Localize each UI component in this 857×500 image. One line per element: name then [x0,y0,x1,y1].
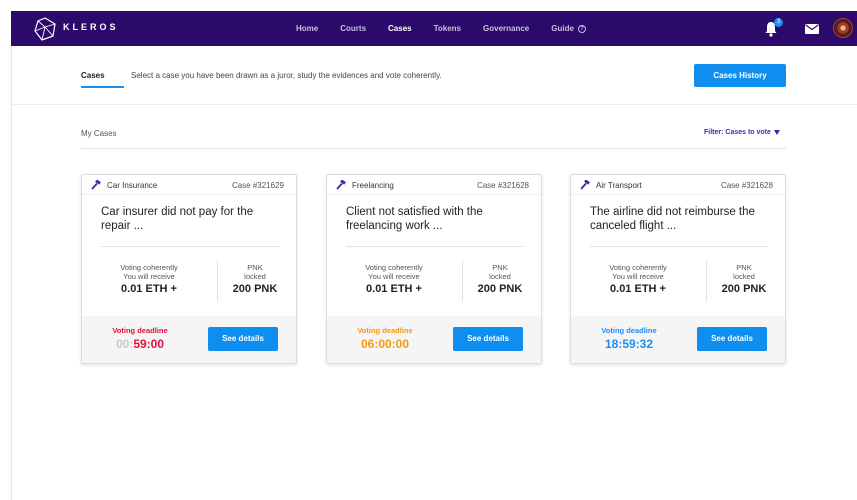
case-number: Case #321628 [720,181,773,190]
reward-info: Voting coherently You will receive 0.01 … [588,263,688,295]
card-vertical-divider [217,260,218,302]
section-divider [81,148,786,149]
filter-funnel-icon [773,129,780,135]
deadline-label: Voting deadline [357,326,413,335]
card-vertical-divider [706,260,707,302]
card-header: Freelancing Case #321628 [327,175,541,195]
user-avatar[interactable] [833,18,853,38]
case-card[interactable]: Car Insurance Case #321629 Car insurer d… [81,174,297,364]
see-details-button[interactable]: See details [697,327,767,351]
reward-info: Voting coherently You will receive 0.01 … [344,263,444,295]
pnk-label-line-1: PNK [247,263,263,272]
nav-link-guide[interactable]: Guide? [551,24,586,33]
deadline-main-part: 59:00 [133,337,165,351]
gavel-icon [91,180,101,190]
pnk-locked-info: PNK locked 200 PNK [220,263,290,295]
cases-history-button[interactable]: Cases History [694,64,786,87]
card-divider [346,246,524,247]
deadline-countdown: 06:00:00 [360,337,410,351]
court-name: Car Insurance [107,181,158,190]
filter-dropdown[interactable]: Filter: Cases to vote [704,129,780,136]
nav-link-courts[interactable]: Courts [340,24,366,33]
card-divider [101,246,279,247]
pnk-label-line-1: PNK [736,263,752,272]
mail-icon[interactable] [805,24,819,34]
deadline-countdown: 18:59:32 [604,337,654,351]
deadline-dim-part: 00: [115,337,134,351]
case-number: Case #321628 [476,181,529,190]
deadline-label: Voting deadline [112,326,168,335]
pnk-value: 200 PNK [477,283,523,295]
cases-subheader: Cases Select a case you have been drawn … [11,46,857,105]
nav-link-cases[interactable]: Cases [388,24,412,33]
help-circle-icon: ? [577,24,586,33]
case-title: Client not satisfied with the freelancin… [346,206,483,232]
reward-label-line-1: Voting coherently [609,263,667,272]
court-name: Air Transport [596,181,642,190]
card-divider [590,246,768,247]
reward-label-line-2: You will receive [368,272,420,281]
tab-cases[interactable]: Cases [81,71,105,80]
pnk-label-line-1: PNK [492,263,508,272]
nav-link-tokens[interactable]: Tokens [434,24,461,33]
pnk-value: 200 PNK [721,283,767,295]
pnk-label-line-2: locked [244,272,266,281]
reward-info: Voting coherently You will receive 0.01 … [99,263,199,295]
pnk-label-line-2: locked [733,272,755,281]
pnk-locked-info: PNK locked 200 PNK [465,263,535,295]
card-header: Car Insurance Case #321629 [82,175,296,195]
brand-name: KLEROS [63,22,119,32]
gavel-icon [580,180,590,190]
card-footer: Voting deadline 00:59:00 See details [82,316,296,363]
reward-value: 0.01 ETH + [366,283,422,295]
see-details-button[interactable]: See details [453,327,523,351]
court-name: Freelancing [352,181,394,190]
reward-value: 0.01 ETH + [121,283,177,295]
case-card[interactable]: Freelancing Case #321628 Client not sati… [326,174,542,364]
top-navbar: KLEROS Home Courts Cases Tokens Governan… [11,11,857,46]
card-header: Air Transport Case #321628 [571,175,785,195]
gavel-icon [336,180,346,190]
card-footer: Voting deadline 06:00:00 See details [327,316,541,363]
case-card[interactable]: Air Transport Case #321628 The airline d… [570,174,786,364]
deadline-label: Voting deadline [601,326,657,335]
case-title: Car insurer did not pay for the repair .… [101,206,254,232]
tab-active-indicator [81,86,124,88]
cases-description: Select a case you have been drawn as a j… [131,71,442,80]
reward-label-line-2: You will receive [612,272,664,281]
nav-link-guide-label: Guide [551,24,574,33]
card-vertical-divider [462,260,463,302]
reward-value: 0.01 ETH + [610,283,666,295]
section-title: My Cases [81,129,117,138]
main-nav: Home Courts Cases Tokens Governance Guid… [296,11,608,46]
notification-count-badge: 3 [774,18,783,27]
pnk-locked-info: PNK locked 200 PNK [709,263,779,295]
filter-label: Filter: Cases to vote [704,129,771,136]
case-number: Case #321629 [231,181,284,190]
see-details-button[interactable]: See details [208,327,278,351]
reward-label-line-1: Voting coherently [120,263,178,272]
nav-link-home[interactable]: Home [296,24,318,33]
pnk-label-line-2: locked [489,272,511,281]
reward-label-line-1: Voting coherently [365,263,423,272]
card-footer: Voting deadline 18:59:32 See details [571,316,785,363]
case-title: The airline did not reimburse the cancel… [590,206,755,232]
nav-link-governance[interactable]: Governance [483,24,529,33]
deadline-countdown: 00:59:00 [92,337,188,351]
pnk-value: 200 PNK [232,283,278,295]
reward-label-line-2: You will receive [123,272,175,281]
kleros-logo-icon[interactable] [33,17,57,41]
